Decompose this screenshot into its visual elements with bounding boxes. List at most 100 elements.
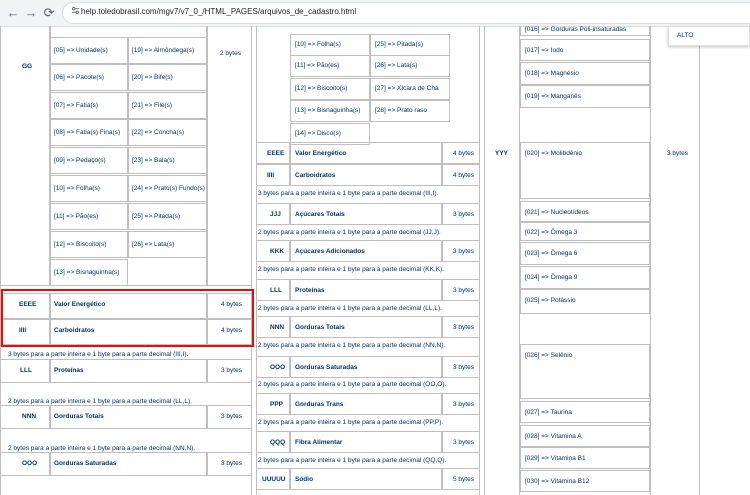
unit-item: [09] => Pedaço(s): [54, 157, 106, 164]
unit-item: [19] => Almôndega(s): [132, 47, 195, 54]
row-code: LLL: [20, 367, 32, 374]
row-size: 3 bytes: [453, 211, 474, 218]
item-text: [029] => Vitamina B1: [525, 455, 586, 462]
site-info-icon[interactable]: [71, 6, 80, 18]
unit-item: [26] => Lata(s): [375, 62, 418, 69]
item-text: [028] => Vitamina A: [525, 433, 582, 440]
row-code: NNN: [270, 324, 285, 331]
back-button[interactable]: ←: [4, 4, 22, 22]
item-text: [021] => Nucleotídeos: [525, 209, 589, 216]
unit-item: [13] => Bisnaguinha(s): [54, 269, 120, 276]
note-text: 2 bytes para a parte inteira e 1 byte pa…: [258, 342, 446, 349]
yyy-size-cell: [650, 26, 700, 495]
row-code: LLL: [270, 287, 282, 294]
item-text: [026] => Selênio: [525, 352, 573, 359]
item-text: [016] => Gorduras Poli-insaturadas: [525, 26, 627, 33]
unit-item: [28] => Prato raso: [375, 107, 428, 114]
gg-size: 2 bytes: [220, 50, 241, 57]
item-text: [019] => Manganês: [525, 93, 582, 100]
unit-item: [11] => Pão(es): [295, 62, 340, 69]
row-size: 3 bytes: [453, 439, 474, 446]
row-size: 5 bytes: [453, 476, 474, 483]
unit-item: [24] => Prato(s) Fundo(s): [132, 185, 205, 192]
item-text: [025] => Potássio: [525, 297, 576, 304]
row-code: QQQ: [270, 439, 286, 446]
note-text: 2 bytes para a parte inteira e 1 byte pa…: [258, 457, 447, 464]
unit-item: [20] => Bife(s): [132, 74, 173, 81]
row-size: 3 bytes: [453, 364, 474, 371]
unit-item: [26] => Lata(s): [132, 241, 175, 248]
gg-size-cell: [207, 26, 252, 286]
item-text: [027] => Taurina: [525, 409, 572, 416]
row-code: NNN: [22, 413, 37, 420]
reload-button[interactable]: ⟳: [40, 4, 58, 22]
row-name: Gorduras Saturadas: [54, 460, 117, 467]
note-text: 2 bytes para a parte inteira e 1 byte pa…: [258, 266, 445, 273]
unit-item: [12] => Biscoito(s): [54, 241, 107, 248]
unit-item: [22] => Concha(s): [132, 129, 185, 136]
unit-item: [11] => Pão(es): [54, 213, 99, 220]
unit-item: [08] => Fatia(s) Fina(s): [54, 129, 121, 136]
unit-item: [12] => Biscoito(s): [295, 85, 348, 92]
row-name: Carboidratos: [295, 172, 336, 179]
forward-button[interactable]: →: [22, 4, 40, 22]
row-code: JJJ: [270, 211, 281, 218]
row-code: UUUUU: [262, 476, 286, 483]
row-size: 3 bytes: [453, 287, 474, 294]
row-code: OOO: [22, 460, 38, 467]
row-code: KKK: [270, 248, 285, 255]
item-text: [024] => Ômega 9: [525, 274, 578, 281]
yyy-size: 3 bytes: [667, 150, 688, 157]
row-code: PPP: [270, 401, 284, 408]
dropdown-menu[interactable]: ALTO: [668, 26, 750, 46]
row-name: Açúcares Adicionados: [295, 248, 365, 255]
item-text: [022] => Ômega 3: [525, 229, 578, 236]
row-size: 4 bytes: [453, 172, 474, 179]
row-name: Proteínas: [295, 287, 325, 294]
item-text: [018] => Magnésio: [525, 70, 579, 77]
address-bar[interactable]: help.toledobrasil.com/mgv7/v7_0_/HTML_PA…: [62, 2, 750, 24]
note-text: 2 bytes para a parte inteira e 1 byte pa…: [258, 419, 444, 426]
item-text: [023] => Ômega 6: [525, 250, 578, 257]
unit-item: [10] => Folha(s): [295, 41, 341, 48]
browser-toolbar: ← → ⟳ help.toledobrasil.com/mgv7/v7_0_/H…: [0, 0, 750, 27]
unit-item: [10] => Folha(s): [54, 185, 100, 192]
item-text: [017] => Iodo: [525, 47, 564, 54]
note-text: 2 bytes para a parte inteira e 1 byte pa…: [258, 229, 441, 236]
row-name: Gorduras Totais: [295, 324, 345, 331]
row-name: Gorduras Trans: [295, 401, 344, 408]
unit-item: [27] => Xícara de Chá: [375, 85, 439, 92]
unit-item: [14] => Disco(s): [295, 130, 341, 137]
note-text: 2 bytes para a parte inteira e 1 byte pa…: [8, 398, 192, 405]
row-size: 3 bytes: [221, 413, 242, 420]
gg-label: GG: [22, 63, 33, 70]
unit-item: [05] => Unidade(s): [54, 47, 108, 54]
yyy-cell: [484, 26, 520, 495]
unit-item: [25] => Pitada(s): [132, 213, 181, 220]
row-name: Gorduras Saturadas: [295, 364, 358, 371]
note-text: 3 bytes para a parte inteira e 1 byte pa…: [8, 351, 189, 358]
row-name: Proteínas: [54, 367, 84, 374]
row-size: 3 bytes: [221, 460, 242, 467]
row-name: Sódio: [295, 476, 314, 483]
row-name: Gorduras Totais: [54, 413, 104, 420]
page-content: GG 2 bytes YYY 3 bytes [05] => Unidade(s…: [0, 26, 750, 495]
note-text: 3 bytes para a parte inteira e 1 byte pa…: [258, 190, 439, 197]
url-text: help.toledobrasil.com/mgv7/v7_0_/HTML_PA…: [81, 7, 357, 16]
note-text: 2 bytes para a parte inteira e 1 byte pa…: [8, 445, 196, 452]
row-code: EEEE: [267, 150, 285, 157]
row-name: Açúcares Totais: [295, 211, 345, 218]
item-text: [030] => Vitamina B12: [525, 478, 590, 485]
unit-item: [21] => Filé(s): [132, 102, 173, 109]
row-code: OOO: [270, 364, 286, 371]
dropdown-item-alto[interactable]: ALTO: [677, 32, 693, 39]
highlight-box: [1, 289, 254, 347]
row-size: 3 bytes: [453, 401, 474, 408]
unit-item: [07] => Fatia(s): [54, 102, 99, 109]
yyy-code: YYY: [495, 150, 509, 157]
unit-item: [13] => Bisnaguinha(s): [295, 107, 361, 114]
unit-item: [23] => Bala(s): [132, 157, 175, 164]
unit-item: [25] => Pitada(s): [375, 41, 424, 48]
row-name: Valor Energético: [295, 150, 347, 157]
row-size: 3 bytes: [221, 367, 242, 374]
